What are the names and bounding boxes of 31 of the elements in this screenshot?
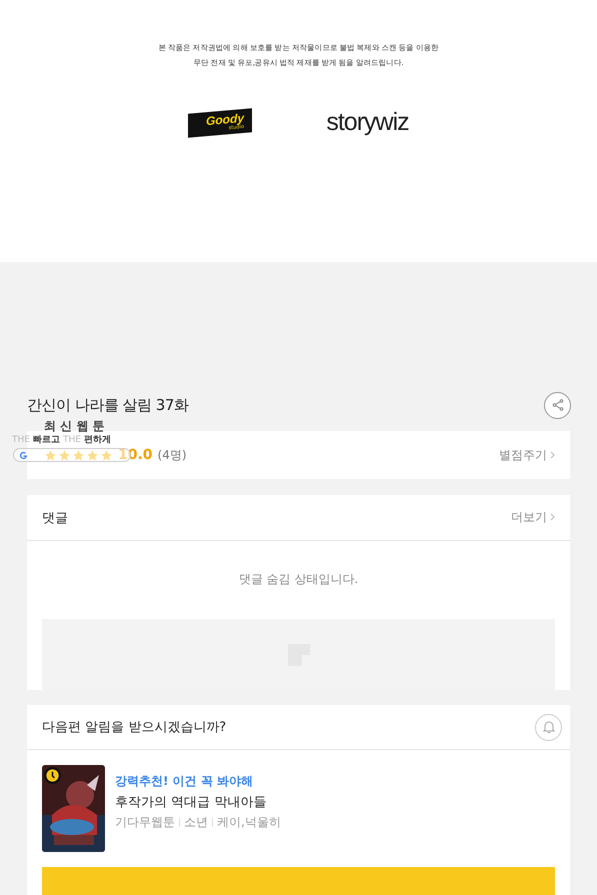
notify-button[interactable] bbox=[535, 714, 562, 740]
ad-tagline: 편하게 bbox=[84, 434, 111, 446]
episode-title: 간신이 나라를 살림 37화 bbox=[27, 396, 188, 414]
chevron-icon bbox=[550, 450, 555, 458]
webtoon-meta: 소년 bbox=[184, 814, 208, 831]
star-icon bbox=[58, 448, 71, 462]
publisher-logo: storywiz bbox=[326, 108, 409, 137]
star-icon bbox=[72, 448, 85, 462]
ad-tagline: THE bbox=[12, 434, 30, 446]
comments-heading: 댓글 bbox=[42, 510, 68, 526]
star-icon bbox=[100, 448, 113, 462]
recommend-tag: 강력추천! 이건 꼭 봐야해 bbox=[115, 773, 281, 790]
rate-link[interactable]: 별점주기 bbox=[499, 446, 555, 464]
share-button[interactable] bbox=[544, 392, 571, 418]
star-icon bbox=[44, 448, 57, 462]
google-icon bbox=[19, 450, 28, 460]
webtoon-meta: 기다무웹툰 bbox=[115, 814, 175, 831]
rating-count: (4명) bbox=[158, 446, 187, 464]
rating-score: 10.0 bbox=[118, 447, 153, 463]
star-icon bbox=[86, 448, 99, 462]
webtoon-meta: 케이,넉울히 bbox=[217, 814, 281, 831]
notify-question: 다음편 알림을 받으시겠습니까? bbox=[42, 719, 226, 736]
more-link[interactable]: 더보기 bbox=[511, 509, 555, 526]
comments-hidden-message: 댓글 숨김 상태입니다. bbox=[238, 571, 360, 588]
ad-tagline: THE bbox=[62, 434, 81, 446]
chevron-icon bbox=[550, 513, 555, 521]
ad-title: 최 신 웹 툰 bbox=[44, 419, 106, 434]
webtoon-title[interactable]: 후작가의 역대급 막내아들 bbox=[115, 793, 281, 811]
ad-tagline: 빠르고 bbox=[32, 434, 60, 446]
share-icon bbox=[552, 399, 564, 411]
bell-icon bbox=[542, 720, 556, 734]
